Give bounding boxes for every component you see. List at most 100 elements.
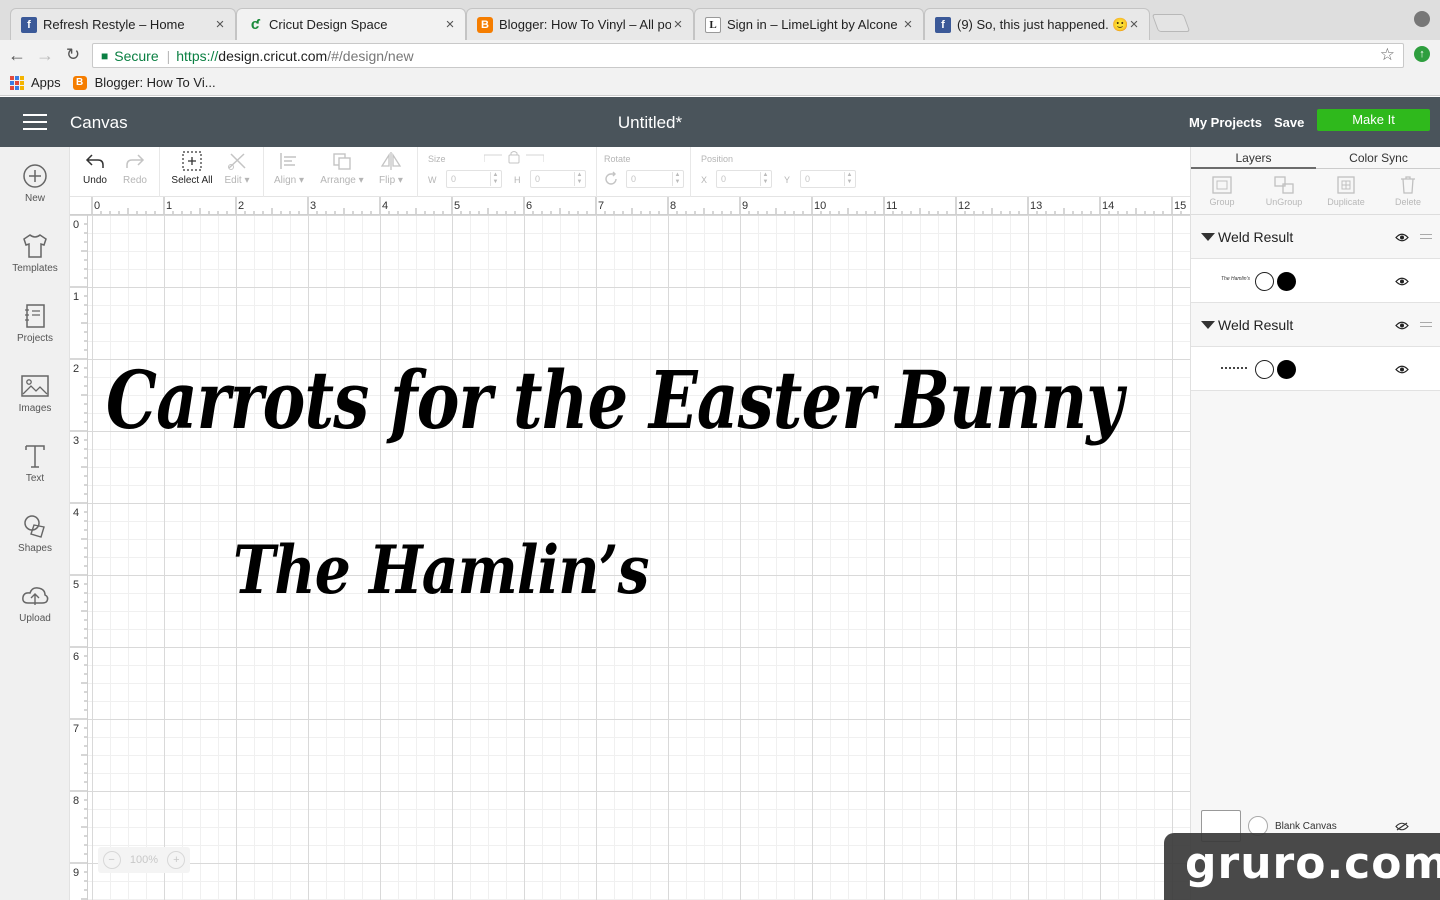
make-it-button[interactable]: Make It — [1317, 109, 1430, 131]
color-swatch[interactable] — [1277, 360, 1296, 379]
duplicate-button[interactable]: Duplicate — [1315, 175, 1377, 207]
browser-tab[interactable]: L Sign in – LimeLight by Alcone × — [694, 8, 924, 40]
rotate-icon — [605, 171, 617, 185]
cut-scissors-icon[interactable] — [1255, 360, 1274, 379]
eye-icon[interactable] — [1395, 233, 1409, 242]
eye-hidden-icon[interactable] — [1395, 822, 1409, 831]
bookmark-apps[interactable]: Apps — [10, 75, 61, 90]
tab-layers[interactable]: Layers — [1191, 147, 1316, 169]
height-stepper[interactable]: ▲ ▼ — [574, 172, 584, 186]
lock-aspect-icon[interactable] — [484, 150, 544, 164]
eye-icon[interactable] — [1395, 365, 1409, 374]
group-button[interactable]: Group — [1191, 175, 1253, 207]
arrange-menu-button[interactable]: Arrange ▾ — [316, 151, 368, 186]
shapes-icon — [24, 515, 45, 538]
tab-close-icon[interactable]: × — [213, 16, 227, 33]
delete-button[interactable]: Delete — [1377, 175, 1439, 207]
layer-group-weld-result-1[interactable]: Weld Result — [1191, 215, 1440, 259]
extension-icon[interactable]: ↑ — [1414, 46, 1430, 62]
tab-title: (9) So, this just happened. 🙂 — [957, 16, 1127, 32]
arrange-label: Arrange — [320, 175, 356, 186]
text-carrots-for-the-easter-bunny[interactable]: Carrots for the Easter Bunny — [106, 353, 1124, 447]
tab-close-icon[interactable]: × — [443, 16, 457, 33]
new-tab-button[interactable] — [1151, 14, 1191, 32]
layer-item[interactable]: The Hamlin's — [1191, 259, 1440, 303]
sidebar-item-projects[interactable]: Projects — [0, 303, 70, 363]
sidebar-item-shapes[interactable]: Shapes — [0, 513, 70, 573]
drag-handle-icon[interactable] — [1420, 322, 1432, 327]
x-position-input[interactable]: 0 ▲ ▼ — [716, 170, 772, 188]
address-bar[interactable]: ■ Secure | https:// design.cricut.com /#… — [92, 43, 1404, 68]
eye-icon[interactable] — [1395, 277, 1409, 286]
tab-close-icon[interactable]: × — [671, 16, 685, 33]
zoom-out-button[interactable]: − — [102, 851, 121, 869]
tab-color-sync[interactable]: Color Sync — [1316, 147, 1440, 169]
sidebar-item-upload[interactable]: Upload — [0, 583, 70, 643]
save-button[interactable]: Save — [1274, 115, 1304, 130]
collapse-triangle-icon[interactable] — [1201, 321, 1215, 329]
y-stepper[interactable]: ▲ ▼ — [844, 172, 854, 186]
collapse-triangle-icon[interactable] — [1201, 233, 1215, 241]
select-all-button[interactable]: Select All — [168, 151, 216, 186]
sidebar-item-templates[interactable]: Templates — [0, 233, 70, 293]
hamburger-menu-icon[interactable] — [23, 114, 47, 130]
edit-menu-button[interactable]: Edit ▾ — [220, 151, 254, 186]
my-projects-button[interactable]: My Projects — [1189, 115, 1262, 130]
zoom-control: − 100% + — [98, 847, 190, 873]
align-menu-button[interactable]: Align ▾ — [270, 151, 308, 186]
image-icon — [21, 375, 49, 397]
arrange-icon — [333, 153, 351, 170]
layer-item[interactable] — [1191, 347, 1440, 391]
reload-icon[interactable]: ↻ — [62, 44, 84, 66]
sidebar-item-label: Projects — [16, 333, 54, 344]
ruler-label: 3 — [310, 200, 316, 212]
color-swatch[interactable] — [1277, 272, 1296, 291]
ruler-label: 0 — [73, 219, 79, 231]
tab-close-icon[interactable]: × — [1127, 16, 1141, 33]
rotate-input[interactable]: 0 ▲ ▼ — [626, 170, 684, 188]
ruler-label: 8 — [73, 795, 79, 807]
duplicate-label: Duplicate — [1327, 197, 1365, 207]
flip-menu-button[interactable]: Flip ▾ — [374, 151, 408, 186]
ruler-top: 0 1 2 3 4 5 6 7 8 9 10 11 12 13 14 15 — [70, 197, 1190, 215]
layer-group-weld-result-2[interactable]: Weld Result — [1191, 303, 1440, 347]
design-canvas[interactable]: Carrots for the Easter Bunny The Hamlin’… — [88, 215, 1190, 900]
sidebar-item-new[interactable]: New — [0, 163, 70, 223]
ruler-label: 7 — [73, 723, 79, 735]
browser-tab[interactable]: B Blogger: How To Vinyl – All po × — [466, 8, 694, 40]
sidebar-item-label: Templates — [12, 263, 58, 274]
y-position-input[interactable]: 0 ▲ ▼ — [800, 170, 856, 188]
sidebar-item-images[interactable]: Images — [0, 373, 70, 433]
width-input[interactable]: 0 ▲ ▼ — [446, 170, 502, 188]
forward-arrow-icon[interactable]: → — [34, 44, 56, 66]
plus-circle-icon — [23, 164, 47, 188]
browser-tab[interactable]: f Refresh Restyle – Home × — [10, 8, 236, 40]
zoom-in-button[interactable]: + — [167, 851, 186, 869]
cricut-icon: ƈ — [250, 16, 260, 33]
sidebar-item-text[interactable]: Text — [0, 443, 70, 503]
eye-icon[interactable] — [1395, 321, 1409, 330]
undo-button[interactable]: Undo — [80, 151, 110, 186]
height-input[interactable]: 0 ▲ ▼ — [530, 170, 586, 188]
tab-title: Refresh Restyle – Home — [43, 17, 185, 32]
blogger-icon: B — [72, 75, 87, 90]
flip-icon — [380, 152, 402, 170]
rotate-stepper[interactable]: ▲ ▼ — [672, 172, 682, 186]
drag-handle-icon[interactable] — [1420, 234, 1432, 239]
back-arrow-icon[interactable]: ← — [6, 44, 28, 66]
browser-tab-active[interactable]: ƈ Cricut Design Space × — [236, 8, 466, 40]
ungroup-button[interactable]: UnGroup — [1253, 175, 1315, 207]
tab-close-icon[interactable]: × — [901, 16, 915, 33]
cut-scissors-icon[interactable] — [1255, 272, 1274, 291]
scissors-pen-icon — [228, 153, 246, 170]
browser-tab[interactable]: f (9) So, this just happened. 🙂 × — [924, 8, 1150, 40]
x-stepper[interactable]: ▲ ▼ — [760, 172, 770, 186]
profile-icon[interactable] — [1414, 11, 1430, 27]
width-stepper[interactable]: ▲ ▼ — [490, 172, 500, 186]
trash-icon — [1401, 176, 1415, 194]
redo-button[interactable]: Redo — [120, 151, 150, 186]
ruler-label: 7 — [598, 200, 604, 212]
text-the-hamlins[interactable]: The Hamlin’s — [233, 531, 649, 609]
bookmark-blogger[interactable]: B Blogger: How To Vi... — [72, 75, 216, 90]
bookmark-star-icon[interactable]: ☆ — [1380, 45, 1395, 65]
